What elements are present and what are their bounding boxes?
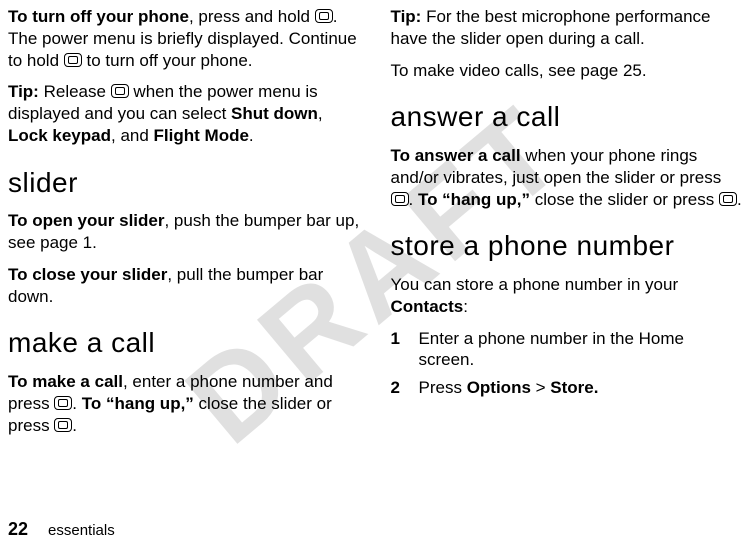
opt-lock-keypad: Lock keypad <box>8 126 111 145</box>
tip-power-menu: Tip: Release when the power menu is disp… <box>8 81 361 146</box>
power-key-icon <box>315 9 333 23</box>
page-number: 22 <box>8 519 28 539</box>
opt-shut-down: Shut down <box>231 104 318 123</box>
power-key-icon <box>111 84 129 98</box>
open-bold: To open your slider <box>8 211 164 230</box>
tip-mic: Tip: For the best microphone performance… <box>391 6 744 50</box>
make-bold: To make a call <box>8 372 123 391</box>
power-key-icon <box>64 53 82 67</box>
page-columns: To turn off your phone, press and hold .… <box>0 0 751 490</box>
tip-label: Tip: <box>8 82 39 101</box>
open-slider-paragraph: To open your slider, push the bumper bar… <box>8 210 361 254</box>
contacts-label: Contacts <box>391 297 464 316</box>
step-1: 1 Enter a phone number in the Home scree… <box>391 328 744 372</box>
heading-slider: slider <box>8 165 361 201</box>
step-2-number: 2 <box>391 377 403 399</box>
t: Press <box>419 378 467 397</box>
step-2: 2 Press Options > Store. <box>391 377 744 399</box>
heading-make-call: make a call <box>8 325 361 361</box>
hang-bold: To “hang up,” <box>82 394 194 413</box>
step-1-text: Enter a phone number in the Home screen. <box>418 328 743 372</box>
make-call-paragraph: To make a call, enter a phone number and… <box>8 371 361 436</box>
step-1-number: 1 <box>391 328 403 372</box>
video-calls-ref: To make video calls, see page 25. <box>391 60 744 82</box>
t: , press and hold <box>189 7 315 26</box>
page-footer: 22 essentials <box>8 519 115 540</box>
end-key-icon <box>719 192 737 206</box>
t: . <box>409 190 418 209</box>
heading-answer-call: answer a call <box>391 99 744 135</box>
t: : <box>463 297 468 316</box>
step-2-text: Press Options > Store. <box>419 377 599 399</box>
t: , <box>318 104 323 123</box>
end-key-icon <box>54 418 72 432</box>
t: , and <box>111 126 154 145</box>
options-label: Options <box>467 378 531 397</box>
t: . <box>737 190 742 209</box>
t: > <box>531 378 550 397</box>
tip-label: Tip: <box>391 7 422 26</box>
turn-off-paragraph: To turn off your phone, press and hold .… <box>8 6 361 71</box>
t: . <box>249 126 254 145</box>
send-key-icon <box>54 396 72 410</box>
close-bold: To close your slider <box>8 265 167 284</box>
t: . <box>72 416 77 435</box>
hang-bold: To “hang up,” <box>418 190 530 209</box>
heading-store-number: store a phone number <box>391 228 744 264</box>
answer-bold: To answer a call <box>391 146 521 165</box>
t: Release <box>39 82 111 101</box>
t: to turn off your phone. <box>82 51 253 70</box>
t: . <box>72 394 81 413</box>
close-slider-paragraph: To close your slider, pull the bumper ba… <box>8 264 361 308</box>
opt-flight-mode: Flight Mode <box>154 126 249 145</box>
left-column: To turn off your phone, press and hold .… <box>8 6 361 490</box>
t: close the slider or press <box>530 190 719 209</box>
answer-call-paragraph: To answer a call when your phone rings a… <box>391 145 744 210</box>
section-name: essentials <box>48 522 115 539</box>
right-column: Tip: For the best microphone performance… <box>391 6 744 490</box>
t: For the best microphone performance have… <box>391 7 711 48</box>
store-label: Store. <box>550 378 598 397</box>
send-key-icon <box>391 192 409 206</box>
store-intro: You can store a phone number in your Con… <box>391 274 744 318</box>
t: You can store a phone number in your <box>391 275 679 294</box>
turn-off-bold: To turn off your phone <box>8 7 189 26</box>
